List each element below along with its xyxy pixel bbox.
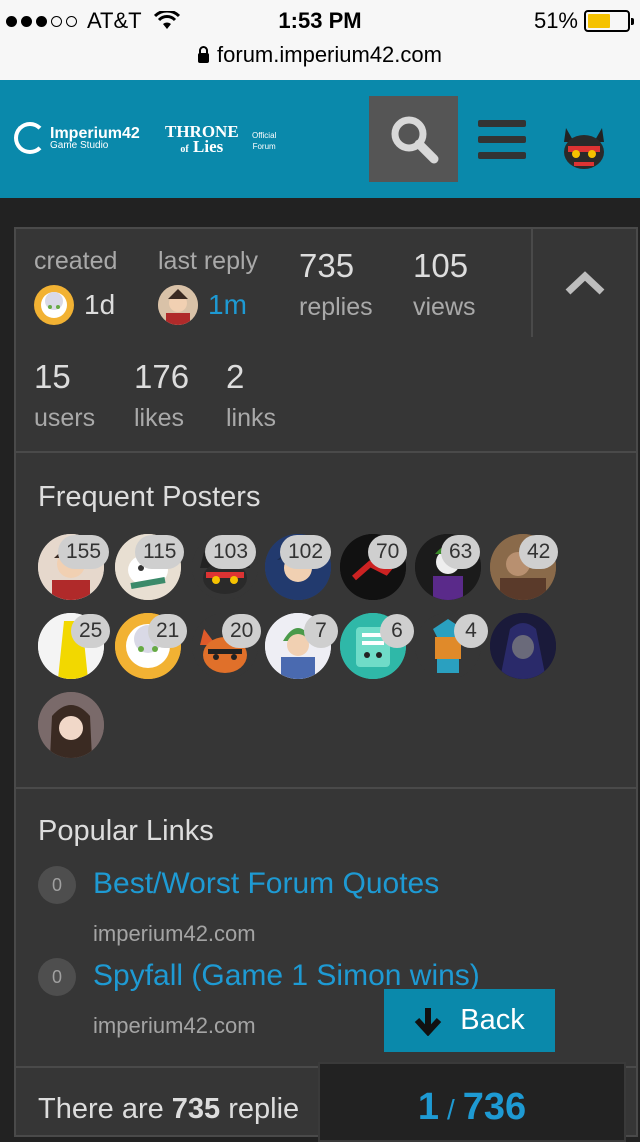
summary-prefix: There are (38, 1093, 164, 1125)
search-button[interactable] (369, 96, 458, 182)
section-divider (16, 787, 636, 789)
users-count: 15 (34, 358, 71, 395)
post-count-badge: 42 (519, 535, 559, 569)
likes-label: likes (134, 404, 185, 432)
back-label: Back (460, 1004, 525, 1036)
link-click-count: 0 (38, 866, 76, 904)
replies-count: 735 (299, 247, 355, 284)
imperium42-logo[interactable]: Imperium42 Game Studio (14, 122, 140, 154)
arrow-down-icon (415, 1007, 442, 1036)
post-count-badge: 7 (304, 614, 338, 648)
chevron-up-icon (565, 271, 604, 295)
post-count-badge: 115 (135, 535, 185, 569)
links-label: links (226, 404, 277, 432)
menu-bar (478, 120, 526, 127)
replies-label: replies (299, 293, 373, 321)
address-bar[interactable]: forum.imperium42.com (0, 40, 640, 80)
cat-avatar-icon (564, 128, 604, 169)
poster-avatar[interactable] (38, 692, 104, 758)
logo-sub: Game Studio (50, 139, 109, 151)
link-click-count: 0 (38, 958, 76, 996)
creator-avatar[interactable] (34, 285, 74, 325)
site-header: Imperium42 Game Studio THRONE of Lies Of… (0, 80, 640, 198)
menu-bar (478, 152, 526, 159)
popular-link[interactable]: Best/Worst Forum Quotes (93, 867, 439, 901)
battery-percent: 51% (533, 8, 578, 33)
status-bar: AT&T 1:53 PM 51% (0, 0, 640, 40)
search-icon (391, 116, 438, 164)
link-domain: imperium42.com (93, 921, 256, 946)
post-count-badge: 155 (58, 535, 110, 569)
progress-current: 1 (417, 1086, 439, 1128)
swirl-logo-icon (14, 122, 46, 154)
post-count-badge: 25 (71, 614, 111, 648)
battery-icon (584, 10, 634, 32)
progress-separator: / (446, 1094, 455, 1125)
popular-links-title: Popular Links (38, 815, 214, 847)
battery-indicator: 51% (533, 8, 634, 34)
created-value: 1d (84, 289, 116, 320)
last-replier-avatar[interactable] (158, 285, 198, 325)
post-count-badge: 70 (368, 535, 408, 569)
back-button[interactable]: Back (384, 989, 555, 1052)
lock-icon (198, 46, 210, 63)
users-label: users (34, 404, 96, 432)
official-line2: Forum (252, 142, 276, 151)
official-line1: Official (252, 131, 277, 140)
official-forum-label: Official Forum (252, 130, 276, 152)
links-count: 2 (226, 358, 245, 395)
topic-stats: created 1d last reply 1m 735 replies 105… (16, 229, 636, 453)
post-count-badge: 103 (205, 535, 257, 569)
views-label: views (413, 293, 476, 321)
poster-avatar[interactable] (490, 613, 556, 679)
frequent-posters-title: Frequent Posters (38, 481, 261, 513)
popular-link[interactable]: Spyfall (Game 1 Simon wins) (93, 959, 480, 993)
logo-throne-line3: Lies (193, 137, 224, 156)
progress-total: 736 (462, 1086, 527, 1128)
summary-suffix: replie (228, 1093, 300, 1125)
collapse-toggle-button[interactable] (531, 229, 636, 337)
post-count-badge: 20 (222, 614, 262, 648)
throne-of-lies-logo[interactable]: THRONE of Lies (165, 123, 239, 157)
user-avatar[interactable] (560, 120, 608, 169)
last-reply-label: last reply (158, 247, 259, 275)
link-domain: imperium42.com (93, 1013, 256, 1038)
post-count-badge: 21 (148, 614, 188, 648)
logo-name: Imperium42 (50, 124, 140, 142)
url-text: forum.imperium42.com (217, 42, 442, 67)
summary-count: 735 (171, 1093, 221, 1125)
post-count-badge: 4 (454, 614, 488, 648)
likes-count: 176 (134, 358, 190, 395)
post-count-badge: 6 (380, 614, 414, 648)
logo-throne-of: of (180, 144, 189, 155)
post-count-badge: 102 (280, 535, 332, 569)
post-progress-indicator[interactable]: 1/736 (318, 1062, 626, 1142)
post-count-badge: 63 (441, 535, 481, 569)
menu-bar (478, 136, 526, 143)
created-label: created (34, 247, 118, 275)
hamburger-menu-button[interactable] (478, 120, 526, 160)
reply-summary: There are 735 replie (38, 1093, 299, 1126)
views-count: 105 (413, 247, 469, 284)
last-reply-value[interactable]: 1m (208, 289, 247, 321)
